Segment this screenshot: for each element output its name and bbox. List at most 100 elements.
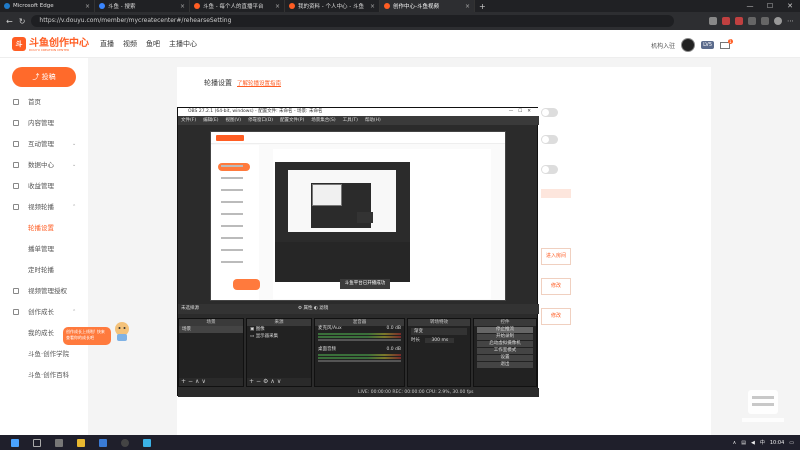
source-item[interactable]: ▣ 图像 xyxy=(247,326,311,333)
profile-icon[interactable] xyxy=(774,17,782,25)
transition-select[interactable]: 渐变 xyxy=(411,328,467,335)
obs-menu-tools[interactable]: 工具(T) xyxy=(343,116,358,125)
edit-button[interactable]: 修改 xyxy=(541,278,571,295)
input-language[interactable]: 中 xyxy=(760,439,765,446)
sidebar-item-content[interactable]: 内容管理 xyxy=(0,116,88,130)
maximize-button[interactable]: ☐ xyxy=(760,2,780,10)
tray-arrow-icon[interactable]: ∧ xyxy=(733,440,737,446)
toggle-switch[interactable] xyxy=(541,108,558,117)
notification-icon[interactable]: ▭ xyxy=(789,440,794,446)
sidebar-item-data[interactable]: 数据中心 ⌄ xyxy=(0,158,88,172)
nav-video[interactable]: 视频 xyxy=(123,39,137,49)
search-icon[interactable] xyxy=(33,438,41,447)
close-tab-icon[interactable]: × xyxy=(370,3,375,10)
sidebar-item-interaction[interactable]: 互动管理 ⌄ xyxy=(0,137,88,151)
collections-icon[interactable] xyxy=(761,17,769,25)
back-icon[interactable]: ← xyxy=(6,17,13,26)
duration-input[interactable]: 300 ms xyxy=(425,338,455,343)
browser-tab-profile[interactable]: 我的资料 - 个人中心 - 斗鱼 × xyxy=(285,0,380,12)
sidebar-item-label: 播单管理 xyxy=(28,245,54,253)
properties-button[interactable]: 属性 xyxy=(303,306,312,311)
sidebar-item-income[interactable]: 收益管理 xyxy=(0,179,88,193)
obs-preview-canvas[interactable]: 斗鱼平台已开播成功 xyxy=(210,131,506,301)
mail-icon[interactable]: 1 xyxy=(720,38,733,49)
toggle-switch[interactable] xyxy=(541,135,558,144)
mixer-header: 混音器 xyxy=(315,319,404,326)
filter-icon[interactable]: ◐ xyxy=(314,306,318,311)
edge-taskbar-icon[interactable] xyxy=(99,438,107,447)
sidebar-item-wiki[interactable]: 斗鱼·创作百科 xyxy=(0,368,88,382)
sidebar-item-carousel[interactable]: 视频轮播 ⌃ xyxy=(0,200,88,214)
sidebar-item-growth[interactable]: 创作成长 ⌃ xyxy=(0,305,88,319)
network-icon[interactable]: ▤ xyxy=(741,440,746,446)
sidebar-item-playlist[interactable]: 播单管理 xyxy=(0,242,88,256)
sources-toolbar[interactable]: +−⚙∧∨ xyxy=(247,378,311,386)
upload-button[interactable]: ⤴ 投稿 xyxy=(12,67,76,87)
app-taskbar-icon[interactable] xyxy=(143,438,151,447)
browser-tab-douyu-home[interactable]: 斗鱼 - 每个人的直播平台 × xyxy=(190,0,285,12)
nav-anchor-center[interactable]: 主播中心 xyxy=(169,39,197,49)
obs-menu-help[interactable]: 帮助(H) xyxy=(365,116,381,125)
close-tab-icon[interactable]: × xyxy=(275,3,280,10)
avatar[interactable] xyxy=(681,38,696,52)
favorites-icon[interactable] xyxy=(748,17,756,25)
toggle-switch[interactable] xyxy=(541,165,558,174)
close-window-button[interactable]: ✕ xyxy=(780,2,800,10)
nav-live[interactable]: 直播 xyxy=(100,39,114,49)
start-virtual-camera-button[interactable]: 启动虚拟摄像机 xyxy=(477,341,533,347)
studio-mode-button[interactable]: 工作室模式 xyxy=(477,348,533,354)
obs-menu-edit[interactable]: 编辑(E) xyxy=(203,116,218,125)
sidebar-item-scheduled[interactable]: 定时轮播 xyxy=(0,263,88,277)
nav-yuba[interactable]: 鱼吧 xyxy=(146,39,160,49)
close-tab-icon[interactable]: × xyxy=(180,3,185,10)
scene-item[interactable]: 场景 xyxy=(179,326,243,333)
minimize-button[interactable]: — xyxy=(740,2,760,10)
volume-slider[interactable] xyxy=(318,360,401,362)
task-view-icon[interactable] xyxy=(55,438,63,447)
refresh-icon[interactable]: ↻ xyxy=(19,17,26,26)
org-join-link[interactable]: 机构入驻 xyxy=(651,41,675,50)
enter-room-button[interactable]: 进入房间 xyxy=(541,248,571,265)
obs-menu-profile[interactable]: 配置文件(P) xyxy=(280,116,304,125)
filters-button[interactable]: 滤镜 xyxy=(319,306,328,311)
sidebar-item-home[interactable]: 首页 xyxy=(0,95,88,109)
obs-window-controls[interactable]: —☐✕ xyxy=(509,108,536,116)
volume-icon[interactable]: ◀ xyxy=(751,440,755,446)
gear-icon[interactable]: ⚙ xyxy=(298,306,302,311)
stop-streaming-button[interactable]: 停止推流 xyxy=(477,327,533,333)
url-input[interactable]: https://v.douyu.com/member/mycreatecente… xyxy=(31,15,674,27)
browser-tab-search[interactable]: 斗鱼 - 搜索 × xyxy=(95,0,190,12)
obs-menu-scene-collection[interactable]: 场景集合(S) xyxy=(311,116,335,125)
start-recording-button[interactable]: 开始录制 xyxy=(477,334,533,340)
clock[interactable]: 10:04 xyxy=(770,440,784,446)
edit-button[interactable]: 修改 xyxy=(541,308,571,325)
sidebar-item-carousel-settings[interactable]: 轮播设置 xyxy=(0,221,88,235)
obs-menu-file[interactable]: 文件(F) xyxy=(181,116,196,125)
scenes-toolbar[interactable]: +−∧∨ xyxy=(179,378,243,386)
obs-taskbar-icon[interactable] xyxy=(121,438,129,447)
sidebar-item-auth[interactable]: 视频管理授权 xyxy=(0,284,88,298)
close-tab-icon[interactable]: × xyxy=(465,3,470,10)
browser-tab-creation-center[interactable]: 创作中心-斗鱼视频 × xyxy=(380,0,475,12)
obs-menu-docks[interactable]: 停靠窗口(D) xyxy=(248,116,273,125)
more-icon[interactable]: ⋯ xyxy=(787,17,794,25)
extension-icon[interactable] xyxy=(709,17,717,25)
growth-icon xyxy=(13,309,19,315)
exit-button[interactable]: 退出 xyxy=(477,362,533,368)
browser-tab-edge[interactable]: Microsoft Edge × xyxy=(0,0,95,12)
extension-icon[interactable] xyxy=(722,17,730,25)
file-explorer-icon[interactable] xyxy=(77,438,85,447)
settings-button[interactable]: 设置 xyxy=(477,355,533,361)
close-tab-icon[interactable]: × xyxy=(85,3,90,10)
preview-sidebar-item xyxy=(221,261,243,263)
growth-promo-bubble[interactable]: 创作成长上线啦! 快来查看你的成长吧 xyxy=(63,327,111,345)
new-tab-button[interactable]: + xyxy=(475,2,490,11)
sidebar-item-academy[interactable]: 斗鱼·创作学院 xyxy=(0,347,88,361)
windows-start-icon[interactable] xyxy=(11,438,19,447)
volume-slider[interactable] xyxy=(318,339,401,341)
source-item[interactable]: ▭ 显示器采集 xyxy=(247,333,311,340)
obs-menu-view[interactable]: 视图(V) xyxy=(225,116,241,125)
extension-icon[interactable] xyxy=(735,17,743,25)
guide-link[interactable]: 了解轮播设置指南 xyxy=(237,79,281,87)
site-logo[interactable]: 斗 斗鱼创作中心 DOUYU CREATION CENTER xyxy=(12,36,89,52)
